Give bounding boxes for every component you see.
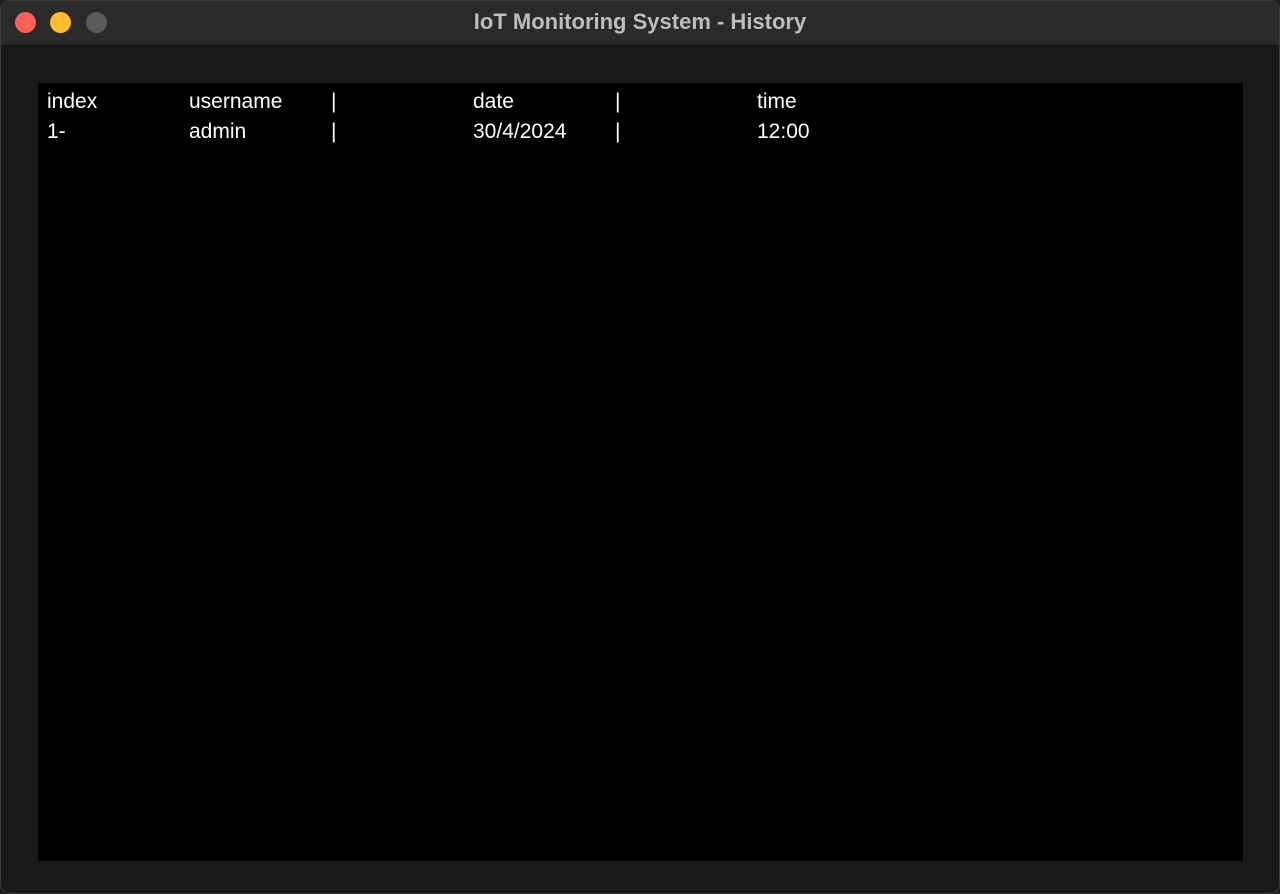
window-content: index username | date | time 1- admin | … bbox=[1, 46, 1279, 893]
row-date: 30/4/2024 bbox=[473, 120, 567, 143]
column-separator: | bbox=[615, 90, 621, 113]
row-username: admin bbox=[189, 120, 247, 143]
history-header-row[interactable]: index username | date | time bbox=[38, 87, 1243, 117]
row-separator: | bbox=[331, 120, 337, 143]
column-header-index: index bbox=[47, 90, 98, 113]
window-title: IoT Monitoring System - History bbox=[473, 9, 807, 34]
column-header-username: username bbox=[189, 90, 283, 113]
row-time: 12:00 bbox=[757, 120, 810, 143]
app-window: IoT Monitoring System - History index us… bbox=[0, 0, 1280, 894]
row-separator: | bbox=[615, 120, 621, 143]
column-separator: | bbox=[331, 90, 337, 113]
history-row[interactable]: 1- admin | 30/4/2024 | 12:00 bbox=[38, 117, 1243, 147]
column-header-time: time bbox=[757, 90, 797, 113]
row-index: 1- bbox=[47, 120, 66, 143]
title-bar[interactable]: IoT Monitoring System - History bbox=[1, 1, 1279, 46]
history-listbox[interactable]: index username | date | time 1- admin | … bbox=[38, 83, 1243, 861]
column-header-date: date bbox=[473, 90, 514, 113]
